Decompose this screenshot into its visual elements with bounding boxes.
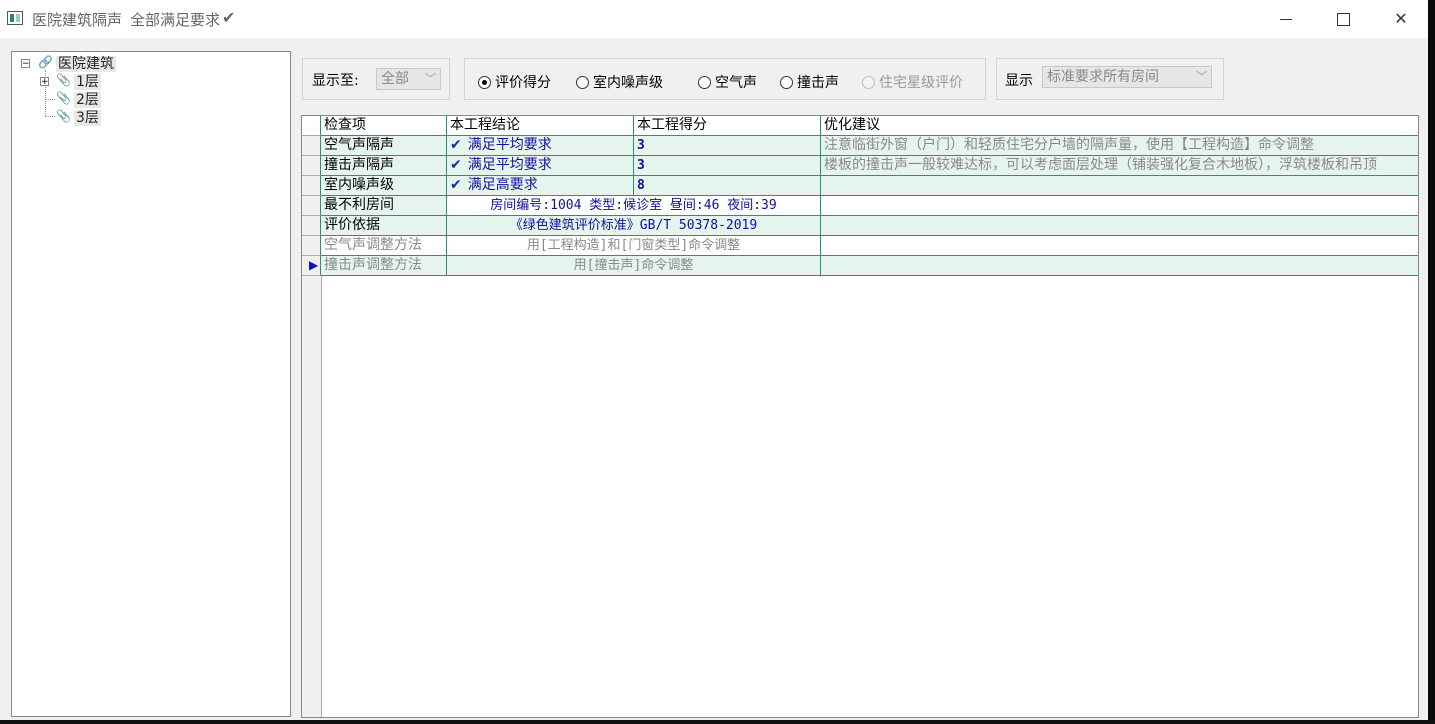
cell-advice: 楼板的撞击声一般较难达标，可以考虑面层处理（铺装强化复合木地板），浮筑楼板和吊顶	[821, 156, 1418, 176]
radio-icon	[862, 76, 875, 89]
col-header-score[interactable]: 本工程得分	[634, 116, 821, 136]
conclusion-text: 满足平均要求	[467, 157, 552, 173]
conclusion-text: 满足平均要求	[467, 137, 552, 153]
cell-score: 8	[634, 176, 821, 196]
minimize-icon	[1280, 19, 1292, 20]
view-mode-group: 评价得分 室内噪声级 空气声 撞击声 住宅星级评价	[464, 58, 986, 100]
row-header: ▶	[302, 256, 321, 276]
display-select[interactable]: 标准要求所有房间 ﹀	[1042, 66, 1212, 88]
radio-airborne[interactable]: 空气声	[698, 72, 757, 92]
radio-airborne-label: 空气声	[715, 75, 757, 91]
maximize-button[interactable]	[1315, 0, 1371, 38]
check-icon: ✔	[450, 177, 462, 193]
cell-item: 撞击声隔声	[321, 156, 447, 176]
radio-star-rating-label: 住宅星级评价	[879, 75, 963, 91]
cell-item: 室内噪声级	[321, 176, 447, 196]
cell-advice: 注意临街外窗（户门）和轻质住宅分户墙的隔声量，使用【工程构造】命令调整	[821, 136, 1418, 156]
app-window: 医院建筑隔声 全部满足要求 ✔ ✕ − 🔗 医院建筑 + 📎 1层 📎 2层 📎…	[0, 0, 1428, 720]
row-header	[302, 136, 321, 156]
col-header-item[interactable]: 检查项	[321, 116, 447, 136]
building-icon: 🔗	[38, 55, 53, 69]
cell-item: 评价依据	[321, 216, 447, 236]
row-header	[302, 176, 321, 196]
tree-connector	[45, 99, 55, 100]
col-header-advice[interactable]: 优化建议	[821, 116, 1418, 136]
close-icon: ✕	[1394, 9, 1408, 28]
screen-edge	[0, 720, 1435, 724]
building-tree[interactable]: − 🔗 医院建筑 + 📎 1层 📎 2层 📎 3层	[11, 51, 291, 717]
check-icon: ✔	[450, 137, 462, 153]
floor-icon: 📎	[56, 91, 71, 105]
check-icon: ✔	[450, 157, 462, 173]
row-header	[302, 236, 321, 256]
cell-item: 撞击声调整方法	[321, 256, 447, 276]
cell-conclusion: ✔ 满足平均要求	[447, 156, 634, 176]
floor-icon: 📎	[56, 109, 71, 123]
tree-item-floor-3[interactable]: 3层	[74, 107, 101, 127]
radio-score[interactable]: 评价得分	[478, 72, 551, 92]
floor-icon: 📎	[56, 73, 71, 87]
cell-advice	[821, 196, 1418, 216]
cell-merged-value: 用[工程构造]和[门窗类型]命令调整	[447, 236, 821, 256]
show-to-group: 显示至: 全部 ﹀	[302, 58, 450, 100]
chevron-down-icon: ﹀	[425, 72, 436, 85]
tree-item-floor-1[interactable]: 1层	[74, 71, 101, 91]
cell-advice	[821, 256, 1418, 276]
tree-item-floor-2[interactable]: 2层	[74, 89, 101, 109]
row-header	[302, 196, 321, 216]
cell-item: 空气声隔声	[321, 136, 447, 156]
cell-advice	[821, 236, 1418, 256]
screen-edge	[1428, 0, 1435, 724]
expand-toggle[interactable]: +	[40, 77, 49, 87]
corner-cell	[302, 116, 321, 136]
radio-score-label: 评价得分	[495, 75, 551, 91]
radio-star-rating: 住宅星级评价	[862, 72, 963, 92]
current-row-pointer-icon: ▶	[309, 258, 319, 272]
window-status: 全部满足要求	[130, 11, 221, 29]
cell-merged-value: 房间编号:1004 类型:候诊室 昼间:46 夜间:39	[447, 196, 821, 216]
radio-selected-icon	[478, 76, 491, 89]
radio-icon	[698, 76, 711, 89]
results-grid[interactable]: 检查项 本工程结论 本工程得分 优化建议 空气声隔声 ✔ 满足平均要求 3 注意临…	[301, 115, 1419, 718]
radio-icon	[576, 76, 589, 89]
chevron-down-icon: ﹀	[1196, 70, 1207, 83]
close-button[interactable]: ✕	[1373, 0, 1429, 38]
cell-conclusion: ✔ 满足平均要求	[447, 136, 634, 156]
radio-impact[interactable]: 撞击声	[780, 72, 839, 92]
title-bar: 医院建筑隔声 全部满足要求 ✔ ✕	[0, 0, 1428, 38]
display-label: 显示	[1005, 73, 1033, 89]
tree-root[interactable]: 医院建筑	[56, 53, 116, 73]
display-value: 标准要求所有房间	[1047, 69, 1159, 85]
show-to-select[interactable]: 全部 ﹀	[376, 68, 441, 90]
check-icon: ✔	[222, 8, 236, 27]
cell-merged-value: 《绿色建筑评价标准》GB/T 50378-2019	[447, 216, 821, 236]
radio-indoor-noise[interactable]: 室内噪声级	[576, 72, 663, 92]
cell-item: 空气声调整方法	[321, 236, 447, 256]
cell-item: 最不利房间	[321, 196, 447, 216]
show-to-value: 全部	[381, 71, 409, 87]
radio-icon	[780, 76, 793, 89]
collapse-toggle[interactable]: −	[21, 59, 30, 69]
show-to-label: 显示至:	[312, 73, 359, 89]
cell-merged-value: 用[撞击声]命令调整	[447, 256, 821, 276]
window-title: 医院建筑隔声	[32, 11, 123, 29]
display-group: 显示 标准要求所有房间 ﹀	[996, 58, 1224, 100]
cell-advice	[821, 216, 1418, 236]
cell-conclusion: ✔ 满足高要求	[447, 176, 634, 196]
cell-score: 3	[634, 136, 821, 156]
app-icon	[7, 11, 23, 25]
row-header	[302, 216, 321, 236]
cell-score: 3	[634, 156, 821, 176]
row-header	[302, 156, 321, 176]
cell-advice	[821, 176, 1418, 196]
minimize-button[interactable]	[1258, 0, 1314, 38]
tree-connector	[45, 116, 55, 117]
radio-indoor-noise-label: 室内噪声级	[593, 75, 663, 91]
radio-impact-label: 撞击声	[797, 75, 839, 91]
maximize-icon	[1336, 13, 1350, 26]
col-header-conclusion[interactable]: 本工程结论	[447, 116, 634, 136]
conclusion-text: 满足高要求	[467, 177, 538, 193]
